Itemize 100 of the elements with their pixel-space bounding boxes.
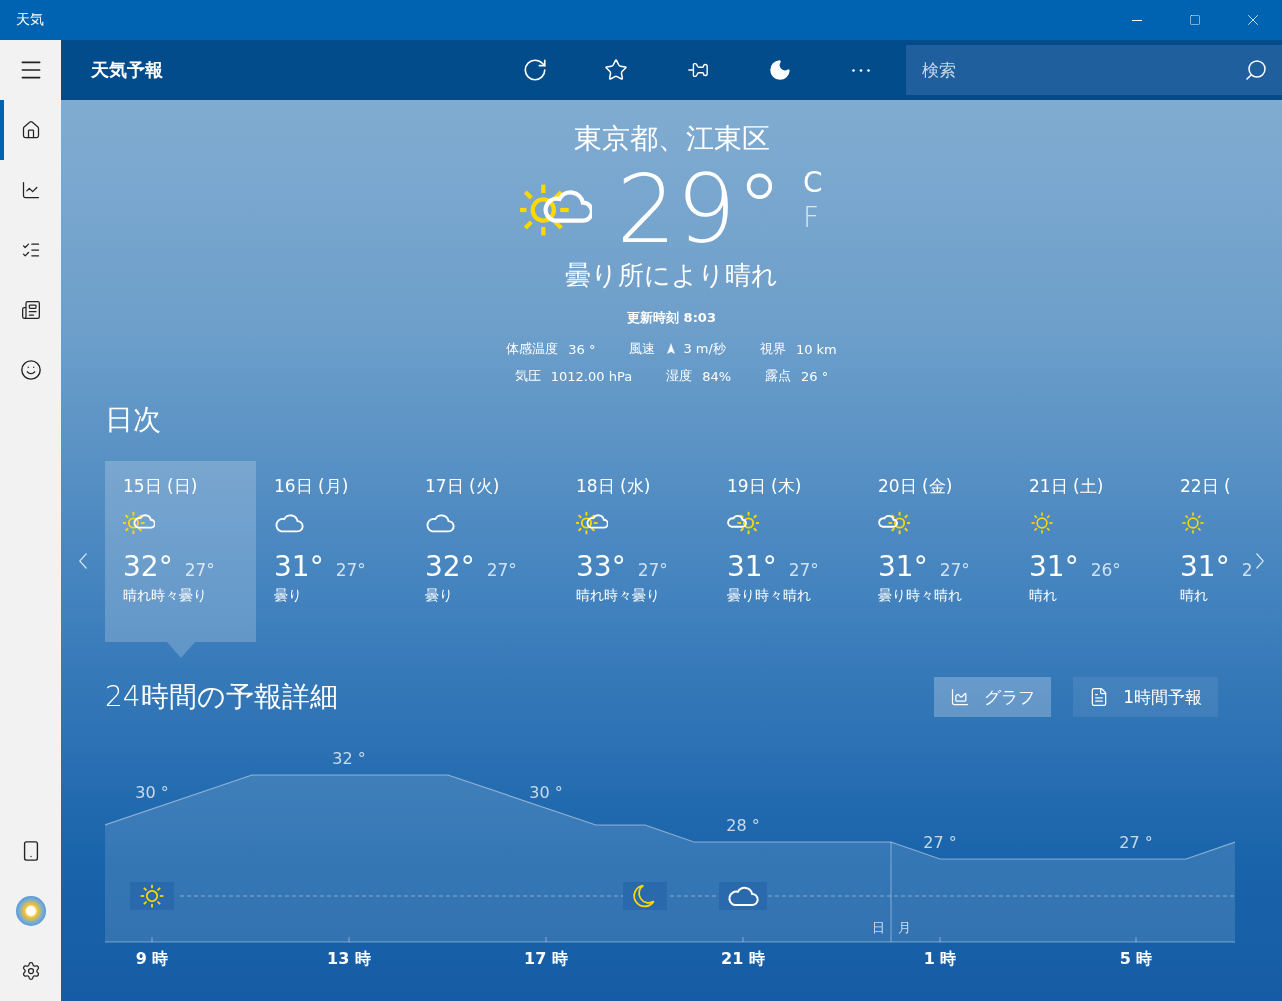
view-button[interactable]: グラフ [934,677,1052,717]
low-temperature: 2 [1241,560,1253,580]
temperature-label: 30 ° [529,783,563,802]
day-date: 20日 (金) [878,475,954,498]
star-icon [604,58,629,82]
temperature-label: 30 ° [135,783,169,802]
wind-direction-icon [665,343,678,355]
current-temperature: 29° [616,163,784,257]
day-marker: 月 [898,919,911,937]
detail-value: 36 ° [568,341,596,357]
minimize-icon [1132,19,1142,21]
day-date: 19日 (木) [727,475,803,498]
cloud-sun-icon [727,510,759,536]
detail-value: 84% [702,368,732,384]
day-card[interactable]: 21日 (土) 31° 26° 晴れ [1011,461,1162,642]
low-temperature: 27° [637,560,668,580]
unit-toggle[interactable]: C [803,166,823,199]
day-date: 17日 (火) [425,475,501,498]
day-condition: 曇り時々晴れ [727,587,812,605]
high-temperature: 32° [425,550,475,583]
detail-label: 露点 [765,367,792,385]
maximize-icon [1189,14,1201,26]
section-title: 日次 [105,402,162,438]
high-temperature: 31° [274,550,324,583]
day-condition: 晴れ [1029,587,1058,605]
day-date: 21日 (土) [1029,475,1105,498]
view-button[interactable]: 1時間予報 [1073,677,1218,717]
day-date: 22日 ( [1180,475,1232,498]
day-card[interactable]: 20日 (金) 31° 27° 曇り時々晴れ [860,461,1011,642]
sun-icon [1180,510,1206,536]
high-temperature: 31° [727,550,777,583]
location-name: 東京都、江東区 [573,121,770,157]
day-condition: 晴れ時々曇り [576,587,661,605]
day-condition: 晴れ [1180,587,1209,605]
detail-value: 1012.00 hPa [550,368,633,384]
high-temperature: 31° [1180,550,1230,583]
home-icon [20,120,41,140]
detail-label: 風速 [629,340,656,358]
sun-icon [1029,510,1055,536]
high-temperature: 31° [1029,550,1079,583]
detail-label: 湿度 [666,367,693,385]
day-date: 16日 (月) [274,475,350,498]
hour-label: 1 時 [923,949,957,970]
low-temperature: 27° [788,560,819,580]
chart-icon [20,180,41,200]
cloud-sun-icon [878,510,910,536]
low-temperature: 27° [486,560,517,580]
hour-label: 13 時 [327,949,371,970]
temperature-label: 27 ° [1119,833,1153,852]
current-condition: 曇り所により晴れ [565,259,778,292]
temperature-label: 28 ° [726,816,760,835]
hour-label: 21 時 [721,949,765,970]
chevron-right-icon [1256,553,1264,569]
smiley-icon [19,359,42,381]
sun-icon [138,882,166,910]
temperature-label: 32 ° [332,749,366,768]
high-temperature: 31° [878,550,928,583]
detail-label: 体感温度 [506,340,559,358]
app-title: 天気予報 [90,58,164,82]
day-card[interactable]: 17日 (火) 32° 27° 曇り [407,461,558,642]
hour-label: 17 時 [524,949,568,970]
day-condition: 晴れ時々曇り [123,587,208,605]
detail-value: 26 ° [801,368,829,384]
search-button[interactable] [1244,58,1268,82]
search-field[interactable]: 検索 [906,45,1282,95]
day-date: 18日 (水) [576,475,652,498]
moon-icon [767,58,792,82]
settings-icon [20,961,41,981]
high-temperature: 33° [576,550,626,583]
chevron-left-icon [79,553,87,569]
temperature-label: 27 ° [923,833,957,852]
more-icon [852,68,871,72]
updated-time: 更新時刻 8:03 [627,309,716,327]
day-card[interactable]: 19日 (木) 31° 27° 曇り時々晴れ [709,461,860,642]
window-title: 天気 [15,11,45,29]
day-card[interactable]: 16日 (月) 31° 27° 曇り [256,461,407,642]
news-icon [20,300,41,320]
day-card[interactable]: 18日 (水) 33° 27° 晴れ時々曇り [558,461,709,642]
day-condition: 曇り [274,587,303,605]
refresh-icon [521,57,548,83]
high-temperature: 32° [123,550,173,583]
avatar [15,896,46,926]
section-title: 24時間の予報詳細 [105,679,338,715]
low-temperature: 27° [335,560,366,580]
low-temperature: 26° [1090,560,1121,580]
detail-label: 視界 [759,340,786,358]
search-icon [1244,58,1268,82]
detail-value: 3 m/秒 [683,340,726,358]
detail-value: 10 km [795,341,837,357]
sun-cloud-icon [123,510,155,536]
day-marker: 日 [872,919,885,937]
day-card[interactable]: 22日 ( 31° 2 晴れ [1162,461,1253,642]
detail-label: 気圧 [514,367,541,385]
low-temperature: 27° [939,560,970,580]
graph-icon [950,687,971,707]
day-date: 15日 (日) [123,475,199,498]
hour-label: 5 時 [1119,949,1153,970]
hour-label: 9 時 [135,949,169,970]
low-temperature: 27° [184,560,215,580]
sun-cloud-icon [576,510,608,536]
